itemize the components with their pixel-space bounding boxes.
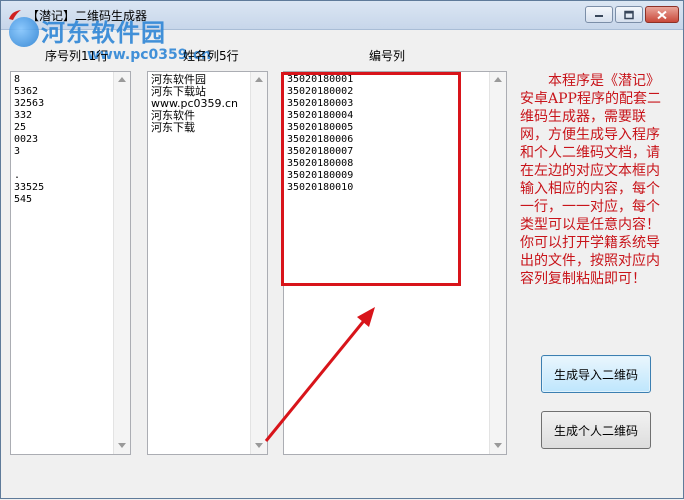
generate-personal-qr-button[interactable]: 生成个人二维码 <box>541 411 651 449</box>
maximize-icon <box>624 10 634 19</box>
description-text: 本程序是《潜记》安卓APP程序的配套二维码生成器，需要联网，方便生成导入程序和个… <box>520 73 661 287</box>
id-textarea[interactable]: 8 5362 32563 332 25 0023 3 . 33525 545 <box>10 71 131 455</box>
scroll-up-icon[interactable] <box>255 77 263 82</box>
id-column-label: 序号列11行 <box>45 49 109 63</box>
title-bar: 【潜记】二维码生成器 <box>1 1 683 30</box>
close-icon <box>657 10 667 19</box>
scroll-up-icon[interactable] <box>118 77 126 82</box>
scroll-down-icon[interactable] <box>494 443 502 448</box>
app-window: 【潜记】二维码生成器 河东软件园 www.pc0359.cn 序号列11行 姓名… <box>0 0 684 499</box>
scroll-down-icon[interactable] <box>255 443 263 448</box>
window-title: 【潜记】二维码生成器 <box>27 9 148 23</box>
name-textarea[interactable]: 河东软件园 河东下载站 www.pc0359.cn 河东软件 河东下载 <box>147 71 268 455</box>
maximize-button[interactable] <box>615 6 643 23</box>
name-scrollbar[interactable] <box>250 72 267 454</box>
code-column-label: 编号列 <box>369 49 406 63</box>
name-textarea-content: 河东软件园 河东下载站 www.pc0359.cn 河东软件 河东下载 <box>151 73 239 134</box>
app-logo-icon <box>9 10 21 20</box>
minimize-icon <box>595 14 603 17</box>
annotation-highlight-box <box>281 72 461 286</box>
scroll-down-icon[interactable] <box>118 443 126 448</box>
id-scrollbar[interactable] <box>113 72 130 454</box>
minimize-button[interactable] <box>585 6 613 23</box>
close-button[interactable] <box>645 6 679 23</box>
id-textarea-content: 8 5362 32563 332 25 0023 3 . 33525 545 <box>14 74 45 205</box>
code-scrollbar[interactable] <box>489 72 506 454</box>
scroll-up-icon[interactable] <box>494 77 502 82</box>
name-column-label: 姓名列5行 <box>183 49 239 63</box>
generate-import-qr-button[interactable]: 生成导入二维码 <box>541 355 651 393</box>
